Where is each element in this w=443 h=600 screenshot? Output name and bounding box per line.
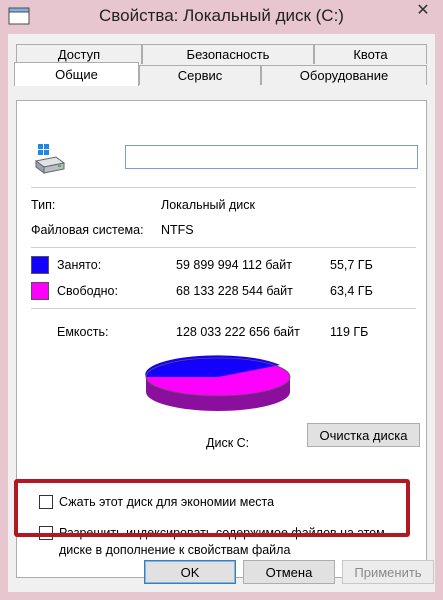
tab-security[interactable]: Безопасность — [142, 44, 314, 64]
tab-hardware[interactable]: Оборудование — [261, 65, 427, 85]
disk-cleanup-button[interactable]: Очистка диска — [307, 423, 420, 447]
apply-button[interactable]: Применить — [342, 560, 434, 584]
filesystem-value: NTFS — [161, 223, 194, 237]
free-space-swatch — [31, 282, 49, 300]
drive-name-input[interactable] — [125, 145, 418, 169]
properties-window: Свойства: Локальный диск (C:) ✕ Доступ Б… — [0, 0, 443, 600]
capacity-label: Емкость: — [57, 325, 109, 339]
filesystem-label: Файловая система: — [31, 223, 144, 237]
ok-button[interactable]: OK — [144, 560, 236, 584]
highlight-frame — [14, 479, 410, 537]
index-label-line2: диске в дополнение к свойствам файла — [59, 543, 291, 557]
title-bar[interactable]: Свойства: Локальный диск (C:) ✕ — [0, 0, 443, 34]
disk-usage-pie-chart — [145, 355, 291, 411]
free-space-label: Свободно: — [57, 284, 118, 298]
separator — [31, 187, 416, 188]
used-space-bytes: 59 899 994 112 байт — [176, 258, 292, 272]
window-title: Свойства: Локальный диск (C:) — [99, 6, 344, 25]
tab-tools[interactable]: Сервис — [139, 65, 261, 85]
used-space-label: Занято: — [57, 258, 102, 272]
separator — [31, 247, 416, 248]
close-icon: ✕ — [416, 2, 430, 19]
disk-caption: Диск C: — [206, 436, 250, 450]
type-label: Тип: — [31, 198, 56, 212]
separator — [31, 308, 416, 309]
capacity-bytes: 128 033 222 656 байт — [176, 325, 300, 339]
close-button[interactable]: ✕ — [407, 0, 439, 24]
hard-drive-icon — [32, 143, 66, 177]
tab-sharing[interactable]: Доступ — [16, 44, 142, 64]
type-value: Локальный диск — [161, 198, 255, 212]
capacity-size: 119 ГБ — [330, 325, 369, 339]
tab-general[interactable]: Общие — [14, 62, 139, 86]
used-space-size: 55,7 ГБ — [330, 258, 373, 272]
free-space-size: 63,4 ГБ — [330, 284, 373, 298]
used-space-swatch — [31, 256, 49, 274]
cancel-button[interactable]: Отмена — [243, 560, 335, 584]
free-space-bytes: 68 133 228 544 байт — [176, 284, 293, 298]
tab-quota[interactable]: Квота — [314, 44, 427, 64]
